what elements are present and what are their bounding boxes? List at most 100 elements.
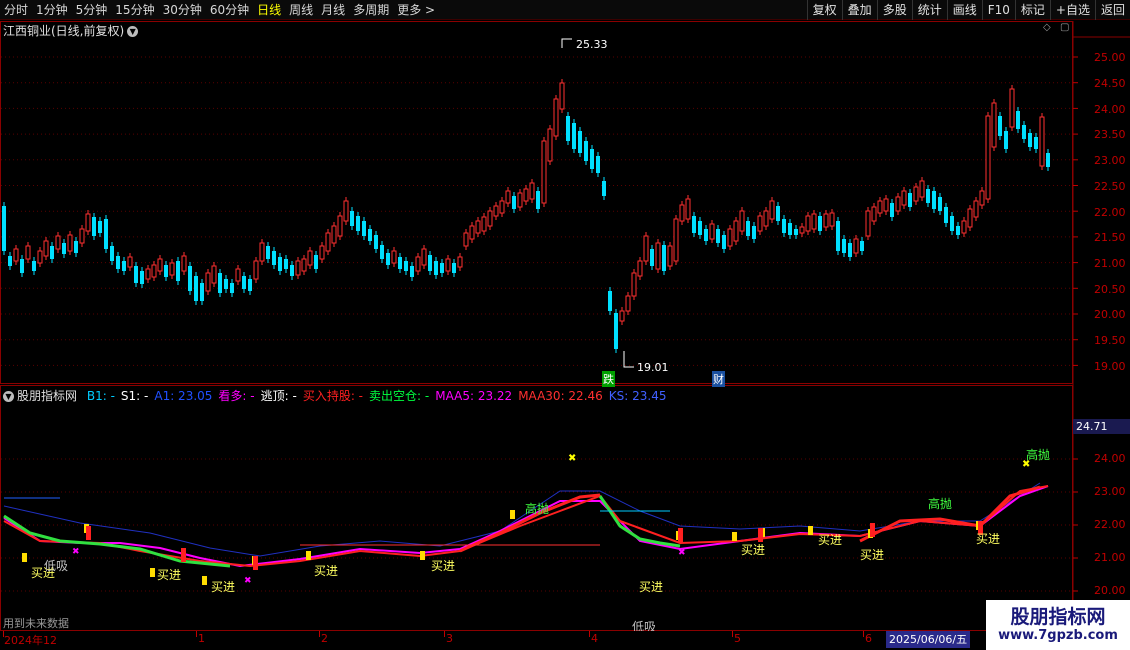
add-watchlist-button[interactable]: +自选 <box>1049 0 1095 20</box>
up-bar <box>253 556 258 570</box>
diamond-icon[interactable]: ◇ <box>1043 22 1051 33</box>
candle-body <box>662 245 666 271</box>
buy-signal-label: 买进 <box>431 559 456 573</box>
candle-body <box>20 259 24 273</box>
tab-30min[interactable]: 30分钟 <box>159 0 206 20</box>
buy-signal-label: 买进 <box>741 543 766 557</box>
candle-body <box>404 261 408 271</box>
candle-body <box>512 196 516 209</box>
watermark-title: 股朋指标网 <box>1010 606 1106 628</box>
candle-body <box>278 257 282 271</box>
candle-body <box>908 193 912 207</box>
candle-body <box>698 221 702 235</box>
back-button[interactable]: 返回 <box>1094 0 1130 20</box>
candle-body <box>319 245 325 260</box>
candle-body <box>608 291 612 311</box>
candle-body <box>230 283 234 293</box>
f10-button[interactable]: F10 <box>981 0 1015 20</box>
draw-line-button[interactable]: 画线 <box>946 0 982 20</box>
candle-body <box>248 279 252 291</box>
date-tick <box>319 631 320 637</box>
menu-icon[interactable]: ▢ <box>1060 22 1069 33</box>
tab-multi-period[interactable]: 多周期 <box>349 0 393 20</box>
candle-body <box>823 213 829 228</box>
restore-rights-button[interactable]: 复权 <box>806 0 842 20</box>
tab-15min[interactable]: 15分钟 <box>111 0 158 20</box>
candle-body <box>380 245 384 259</box>
chevron-down-icon[interactable]: ▼ <box>3 391 14 402</box>
candle-body <box>85 213 91 232</box>
signal-bar <box>306 551 311 560</box>
candle-body <box>290 265 294 276</box>
overlay-button[interactable]: 叠加 <box>841 0 877 20</box>
candle-body <box>32 261 36 271</box>
candle-body <box>704 229 708 241</box>
price-tick: 22.50 <box>1094 180 1126 193</box>
tab-1min[interactable]: 1分钟 <box>32 0 72 20</box>
price-tick: 19.00 <box>1094 360 1126 373</box>
tab-intraday[interactable]: 分时 <box>0 0 32 20</box>
period-toolbar: 分时 1分钟 5分钟 15分钟 30分钟 60分钟 日线 周线 月线 多周期 更… <box>0 0 1130 20</box>
candle-body <box>956 226 960 235</box>
candle-body <box>37 250 43 264</box>
candle-body <box>811 213 817 230</box>
chevron-down-icon[interactable]: ▼ <box>127 26 139 37</box>
candle-body <box>62 243 66 254</box>
candle-body <box>901 190 907 206</box>
indicator-field: MAA5: 23.22 <box>435 389 513 403</box>
indicator-field: KS: 23.45 <box>608 389 667 403</box>
candle-body <box>596 156 600 173</box>
candle-body <box>655 242 661 270</box>
tab-more[interactable]: 更多 > <box>393 0 439 20</box>
candle-body <box>722 235 726 249</box>
candle-body <box>145 268 151 280</box>
candle-body <box>224 279 228 289</box>
statistics-button[interactable]: 统计 <box>911 0 947 20</box>
indicator-lines <box>3 482 1049 568</box>
indicator-name: 股朋指标网 <box>17 389 78 403</box>
candle-body <box>421 248 427 266</box>
candle-body <box>1022 125 1026 139</box>
buy-signal-label: 买进 <box>976 532 1001 546</box>
candle-body <box>410 266 414 277</box>
signal-bar <box>732 532 737 541</box>
low-price-label: 19.01 <box>637 361 669 374</box>
candle-body <box>242 276 246 289</box>
indicator-title-bar[interactable]: ▼ 股朋指标网 B1: - S1: - A1: 23.05 看多: - 逃顶: - 买入持股… <box>3 387 666 404</box>
candle-body <box>1016 111 1020 129</box>
candle-body <box>499 200 505 214</box>
tab-weekly[interactable]: 周线 <box>285 0 317 20</box>
candle-body <box>860 241 864 251</box>
limit-down-tag[interactable]: 跌 <box>602 371 615 387</box>
main-pane-title[interactable]: 江西铜业(日线,前复权) ▼ <box>3 22 139 39</box>
candle-body <box>164 265 168 277</box>
high-marker-line <box>561 38 572 48</box>
candle-body <box>188 266 192 291</box>
up-bar <box>678 528 683 542</box>
multi-stock-button[interactable]: 多股 <box>876 0 912 20</box>
candle-body <box>938 197 942 211</box>
candle-body <box>919 180 925 198</box>
tab-daily[interactable]: 日线 <box>253 0 285 20</box>
candle-body <box>295 260 301 276</box>
candle-body <box>788 223 792 235</box>
candle-body <box>1046 153 1050 167</box>
candle-body <box>74 241 78 253</box>
candle-body <box>140 271 144 284</box>
candle-body <box>782 219 786 233</box>
finance-tag[interactable]: 财 <box>712 371 725 387</box>
price-tick: 23.00 <box>1094 154 1126 167</box>
cross-icon: ✖ <box>568 453 576 464</box>
candle-body <box>985 115 991 200</box>
candle-body <box>505 190 511 204</box>
tab-monthly[interactable]: 月线 <box>317 0 349 20</box>
indicator-fields: B1: - S1: - A1: 23.05 看多: - 逃顶: - 买入持股: - 卖出空仓… <box>81 389 667 403</box>
tab-60min[interactable]: 60分钟 <box>206 0 253 20</box>
candle-body <box>619 310 625 322</box>
up-bar <box>86 526 91 540</box>
tab-5min[interactable]: 5分钟 <box>72 0 112 20</box>
mark-button[interactable]: 标记 <box>1014 0 1050 20</box>
candle-body <box>259 242 265 262</box>
chart-canvas[interactable]: ✖✖✖✖✖ <box>0 21 1130 631</box>
candle-body <box>631 272 637 297</box>
